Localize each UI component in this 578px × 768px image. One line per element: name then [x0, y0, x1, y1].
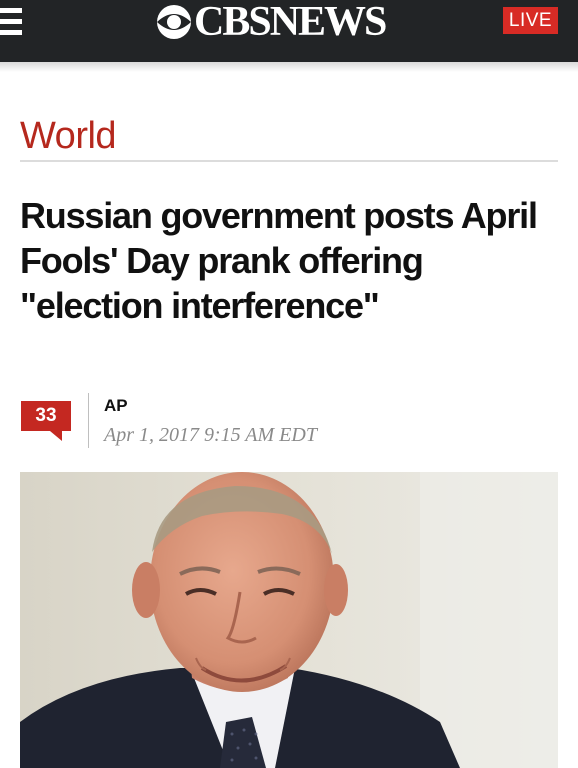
- header-shadow: [0, 62, 578, 72]
- byline-divider: [88, 393, 89, 448]
- brand-wordmark: CBSNEWS: [194, 0, 387, 45]
- section-label[interactable]: World: [20, 115, 117, 158]
- section-divider: [20, 160, 558, 162]
- lead-photo-illustration: [20, 472, 558, 768]
- article-timestamp: Apr 1, 2017 9:15 AM EDT: [104, 424, 317, 446]
- cbs-news-logo[interactable]: CBSNEWS: [154, 0, 387, 45]
- live-button[interactable]: LIVE: [503, 7, 558, 34]
- comment-count-badge[interactable]: 33: [21, 401, 71, 431]
- comment-badge-tail: [50, 431, 62, 441]
- top-navigation-bar: CBSNEWS LIVE: [0, 0, 578, 62]
- hamburger-menu-icon[interactable]: [0, 8, 26, 38]
- article-author[interactable]: AP: [104, 396, 128, 416]
- cbs-eye-icon: [157, 5, 191, 39]
- article-headline: Russian government posts April Fools' Da…: [20, 195, 538, 326]
- article-lead-image[interactable]: [20, 472, 558, 768]
